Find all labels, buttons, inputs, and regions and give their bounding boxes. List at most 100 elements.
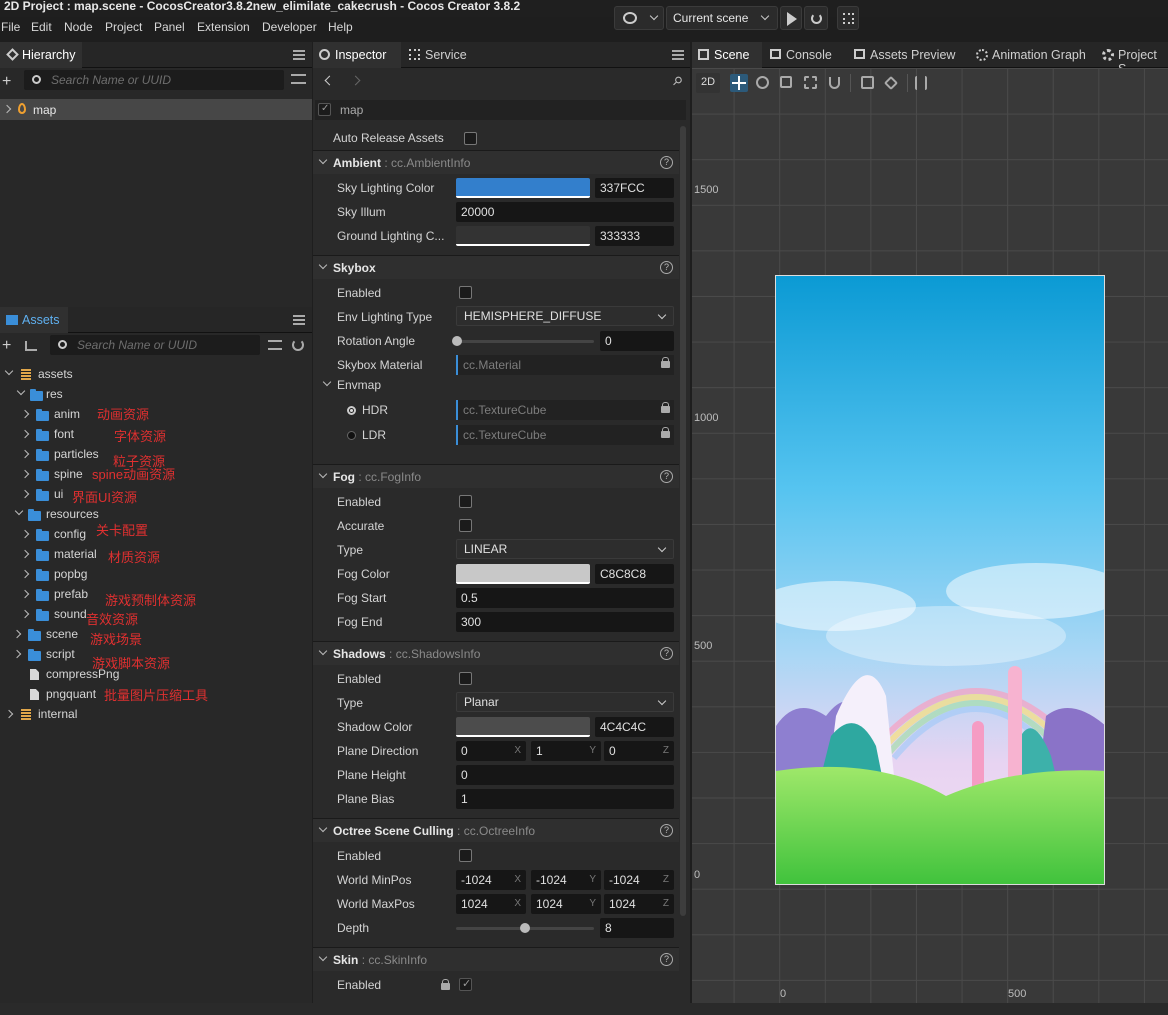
shadows-enabled-checkbox[interactable] [459,672,472,685]
rotation-slider[interactable] [456,340,594,343]
tab-animation-graph[interactable]: Animation Graph [970,42,1094,68]
menu-edit[interactable]: Edit [31,20,52,34]
tree-row-internal[interactable]: internal [0,704,312,724]
menu-node[interactable]: Node [64,20,93,34]
add-asset-icon[interactable]: + [2,337,11,355]
plane-dir-y[interactable]: 1Y [531,741,601,761]
hierarchy-menu-icon[interactable] [293,50,305,60]
help-icon[interactable]: ? [660,647,673,660]
tree-row-sound[interactable]: sound [0,604,312,624]
magnet-tool-icon[interactable] [829,77,840,89]
hierarchy-search[interactable] [24,70,284,90]
section-ambient[interactable]: Ambient : cc.AmbientInfo ? [313,150,679,174]
fog-accurate-checkbox[interactable] [459,519,472,532]
collapse-all-icon[interactable] [291,74,306,84]
align-icon[interactable] [915,76,927,90]
tab-inspector[interactable]: Inspector [313,42,401,68]
menu-project[interactable]: Project [105,20,142,34]
tab-assets[interactable]: Assets [0,307,68,333]
help-icon[interactable]: ? [660,953,673,966]
tree-row-resources[interactable]: resources [0,504,312,524]
local-global-icon[interactable] [861,76,874,89]
tree-row-compresspng[interactable]: compressPng [0,664,312,684]
maxpos-x[interactable]: 1024 X [456,894,526,914]
minpos-y[interactable]: -1024 Y [531,870,601,890]
rotate-tool-icon[interactable] [756,76,769,89]
tab-scene[interactable]: Scene [692,42,762,68]
scene-select[interactable]: Current scene [666,6,778,30]
refresh-button[interactable] [804,6,828,30]
tab-service[interactable]: Service [403,42,483,68]
menu-extension[interactable]: Extension [197,20,250,34]
minpos-z[interactable]: -1024 Z [604,870,674,890]
rotation-input[interactable]: 0 [600,331,674,351]
shadow-type-select[interactable]: Planar [456,692,674,712]
game-canvas[interactable] [775,275,1105,885]
sky-illum-input[interactable]: 20000 [456,202,674,222]
section-skin[interactable]: Skin : cc.SkinInfo ? [313,947,679,971]
scale-tool-icon[interactable] [780,76,792,88]
ldr-field[interactable]: cc.TextureCube [456,425,674,445]
play-button[interactable] [780,6,802,30]
sky-color-swatch[interactable] [456,178,590,198]
ground-color-hex[interactable]: 333333 [595,226,674,246]
pin-icon[interactable]: ⚲ [669,73,685,89]
rect-tool-icon[interactable] [804,76,817,89]
ldr-radio[interactable] [347,431,356,440]
depth-input[interactable]: 8 [600,918,674,938]
assets-menu-icon[interactable] [293,315,305,325]
section-skybox[interactable]: Skybox ? [313,255,679,279]
tree-row-scene[interactable]: scene [0,624,312,644]
skybox-material-field[interactable]: cc.Material [456,355,674,375]
ground-color-swatch[interactable] [456,226,590,246]
section-fog[interactable]: Fog : cc.FogInfo ? [313,464,679,488]
tree-row-popbg[interactable]: popbg [0,564,312,584]
add-node-icon[interactable]: + [2,73,11,91]
help-icon[interactable]: ? [660,824,673,837]
menu-help[interactable]: Help [328,20,353,34]
move-tool-icon[interactable] [730,74,748,92]
sky-color-hex[interactable]: 337FCC [595,178,674,198]
shadow-color-swatch[interactable] [456,717,590,737]
section-octree[interactable]: Octree Scene Culling : cc.OctreeInfo ? [313,818,679,842]
help-icon[interactable]: ? [660,261,673,274]
hdr-field[interactable]: cc.TextureCube [456,400,674,420]
maxpos-z[interactable]: 1024 Z [604,894,674,914]
back-arrow-icon[interactable] [324,75,335,86]
shadow-color-hex[interactable]: 4C4C4C [595,717,674,737]
tree-row-ui[interactable]: ui [0,484,312,504]
help-icon[interactable]: ? [660,470,673,483]
fog-end-input[interactable]: 300 [456,612,674,632]
tab-console[interactable]: Console [764,42,846,68]
assets-search-input[interactable] [77,338,247,352]
inspector-scrollbar[interactable] [680,126,686,916]
help-icon[interactable]: ? [660,156,673,169]
chevron-right-icon[interactable] [2,104,12,114]
envmap-row[interactable]: Envmap [313,373,679,397]
section-shadows[interactable]: Shadows : cc.ShadowsInfo ? [313,641,679,665]
menu-developer[interactable]: Developer [262,20,317,34]
tree-row-assets[interactable]: assets [0,364,312,384]
refresh-icon[interactable] [292,339,304,351]
plane-height-input[interactable]: 0 [456,765,674,785]
auto-release-checkbox[interactable] [464,132,477,145]
depth-slider-knob[interactable] [520,923,530,933]
platform-select[interactable] [614,6,664,30]
fog-start-input[interactable]: 0.5 [456,588,674,608]
fog-color-swatch[interactable] [456,564,590,584]
sort-icon[interactable] [25,341,37,351]
menu-file[interactable]: File [1,20,20,34]
hierarchy-row-map[interactable]: map [0,99,312,120]
fog-type-select[interactable]: LINEAR [456,539,674,559]
hierarchy-search-input[interactable] [51,73,251,87]
tab-assets-preview[interactable]: Assets Preview [848,42,968,68]
inspector-menu-icon[interactable] [672,50,684,60]
skybox-enabled-checkbox[interactable] [459,286,472,299]
plane-bias-input[interactable]: 1 [456,789,674,809]
forward-arrow-icon[interactable] [350,75,361,86]
tree-row-config[interactable]: config [0,524,312,544]
plane-dir-x[interactable]: 0X [456,741,526,761]
octree-enabled-checkbox[interactable] [459,849,472,862]
minpos-x[interactable]: -1024 X [456,870,526,890]
fog-color-hex[interactable]: C8C8C8 [595,564,674,584]
